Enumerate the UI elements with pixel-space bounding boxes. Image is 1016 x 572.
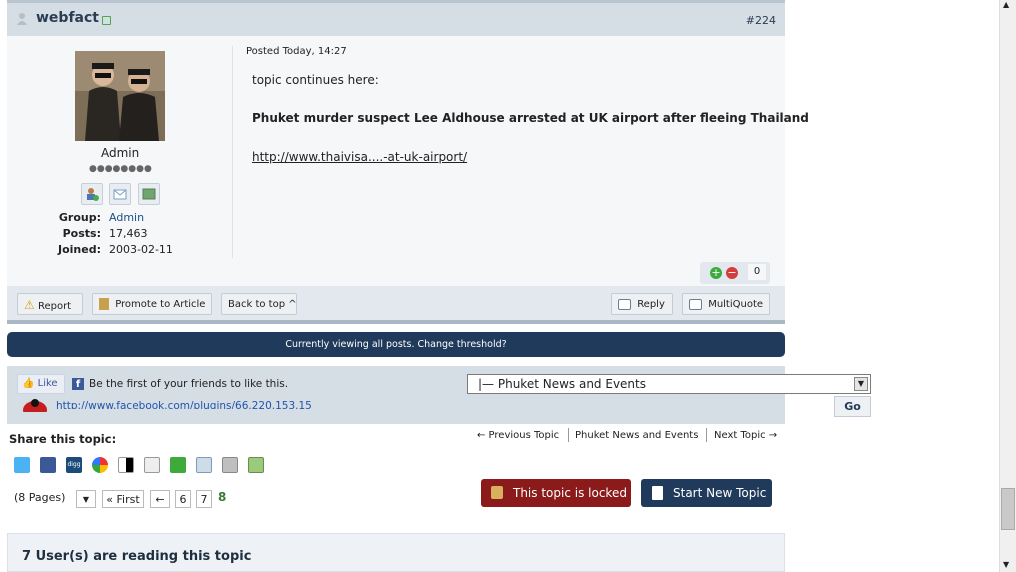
- facebook-share-icon[interactable]: [40, 457, 56, 473]
- back-to-top-label: Back to top ^: [228, 299, 297, 310]
- warning-icon: ⚠: [24, 298, 35, 312]
- page-jump-dropdown[interactable]: ▼: [76, 490, 96, 508]
- clipboard-icon: [99, 298, 109, 310]
- previous-topic-link[interactable]: ← Previous Topic: [477, 430, 559, 441]
- page-6-button[interactable]: 6: [175, 490, 191, 508]
- readers-title: 7 User(s) are reading this topic: [22, 549, 252, 564]
- report-button[interactable]: ⚠ Report: [17, 293, 83, 315]
- post-link[interactable]: http://www.thaivisa....-at-uk-airport/: [252, 150, 467, 164]
- stumbleupon-icon[interactable]: [170, 457, 186, 473]
- multiquote-icon: [689, 298, 702, 310]
- print-icon[interactable]: [222, 457, 238, 473]
- joined-label: Joined:: [58, 243, 101, 256]
- online-indicator-icon: [102, 16, 111, 25]
- post-intro: topic continues here:: [252, 73, 379, 87]
- dropdown-arrow-icon: ▼: [854, 377, 868, 391]
- current-page: 8: [218, 490, 227, 504]
- threshold-bar[interactable]: Currently viewing all posts. Change thre…: [7, 332, 785, 357]
- thumbs-up-icon: 👍: [22, 378, 35, 389]
- post-header: [7, 0, 785, 36]
- reply-button[interactable]: Reply: [611, 293, 673, 315]
- joined-date: 2003-02-11: [109, 243, 173, 256]
- topic-locked-button: This topic is locked: [481, 479, 631, 507]
- send-message-icon[interactable]: [109, 183, 131, 205]
- post-date: Posted Today, 14:27: [246, 46, 347, 57]
- facebook-like-button[interactable]: 👍 Like: [17, 374, 65, 394]
- rating-count: 0: [748, 264, 766, 280]
- promote-to-article-button[interactable]: Promote to Article: [92, 293, 212, 315]
- vertical-scrollbar[interactable]: ▲ ▼: [999, 0, 1016, 572]
- scroll-down-arrow-icon[interactable]: ▼: [1003, 560, 1009, 569]
- new-topic-label: Start New Topic: [673, 486, 767, 500]
- next-topic-link[interactable]: Next Topic →: [714, 430, 777, 441]
- locked-label: This topic is locked: [513, 486, 627, 500]
- report-label: Report: [37, 301, 72, 312]
- scroll-up-arrow-icon[interactable]: ▲: [1003, 0, 1009, 9]
- multiquote-button[interactable]: MultiQuote: [682, 293, 770, 315]
- multiquote-label: MultiQuote: [708, 299, 764, 310]
- group-value[interactable]: Admin: [109, 211, 144, 224]
- new-topic-icon: [652, 486, 663, 500]
- promote-label: Promote to Article: [115, 299, 206, 310]
- vote-up-icon[interactable]: +: [710, 267, 722, 279]
- page-count: (8 Pages): [14, 491, 66, 504]
- vote-down-icon[interactable]: −: [726, 267, 738, 279]
- member-role: Admin: [101, 146, 140, 160]
- forum-link[interactable]: Phuket News and Events: [575, 430, 698, 441]
- twitter-icon[interactable]: [14, 457, 30, 473]
- post-headline: Phuket murder suspect Lee Aldhouse arres…: [252, 111, 809, 125]
- like-label: Like: [37, 378, 58, 389]
- previous-page-button[interactable]: ←: [150, 490, 170, 508]
- avatar[interactable]: [75, 51, 165, 141]
- delicious-icon[interactable]: [118, 457, 134, 473]
- share-divider-2: [706, 428, 707, 442]
- reply-icon: [618, 298, 631, 310]
- lock-icon: [491, 486, 503, 499]
- page-7-button[interactable]: 7: [196, 490, 212, 508]
- posts-label: Posts:: [62, 227, 101, 240]
- forum-jump-go-button[interactable]: Go: [834, 396, 871, 417]
- share-divider: [568, 428, 569, 442]
- email-icon[interactable]: [196, 457, 212, 473]
- start-new-topic-button[interactable]: Start New Topic: [641, 479, 772, 507]
- post-divider: [232, 46, 233, 258]
- back-to-top-button[interactable]: Back to top ^: [221, 293, 297, 315]
- facebook-plugin-link[interactable]: http://www.facebook.com/plugins/66.220.1…: [56, 400, 312, 409]
- like-text: Be the first of your friends to like thi…: [89, 378, 289, 390]
- post-author-name[interactable]: webfact: [36, 10, 99, 26]
- group-label: Group:: [58, 211, 101, 224]
- download-icon[interactable]: [248, 457, 264, 473]
- add-friend-icon[interactable]: [81, 183, 103, 205]
- digg-icon[interactable]: digg: [66, 457, 82, 473]
- first-page-button[interactable]: « First: [102, 490, 144, 508]
- reply-label: Reply: [637, 299, 665, 310]
- post-number[interactable]: #224: [746, 14, 776, 27]
- ladybug-icon: [21, 398, 49, 412]
- forum-jump-select[interactable]: |— Phuket News and Events ▼: [467, 374, 871, 394]
- google-icon[interactable]: [92, 457, 108, 473]
- scroll-thumb[interactable]: [1001, 488, 1015, 530]
- posts-count: 17,463: [109, 227, 148, 240]
- share-title: Share this topic:: [9, 432, 117, 446]
- facebook-icon: f: [72, 378, 84, 390]
- rank-pips: ●●●●●●●●: [89, 164, 152, 174]
- user-status-icon: [16, 12, 28, 25]
- forum-jump-value: |— Phuket News and Events: [478, 377, 646, 391]
- view-gallery-icon[interactable]: [138, 183, 160, 205]
- reddit-icon[interactable]: [144, 457, 160, 473]
